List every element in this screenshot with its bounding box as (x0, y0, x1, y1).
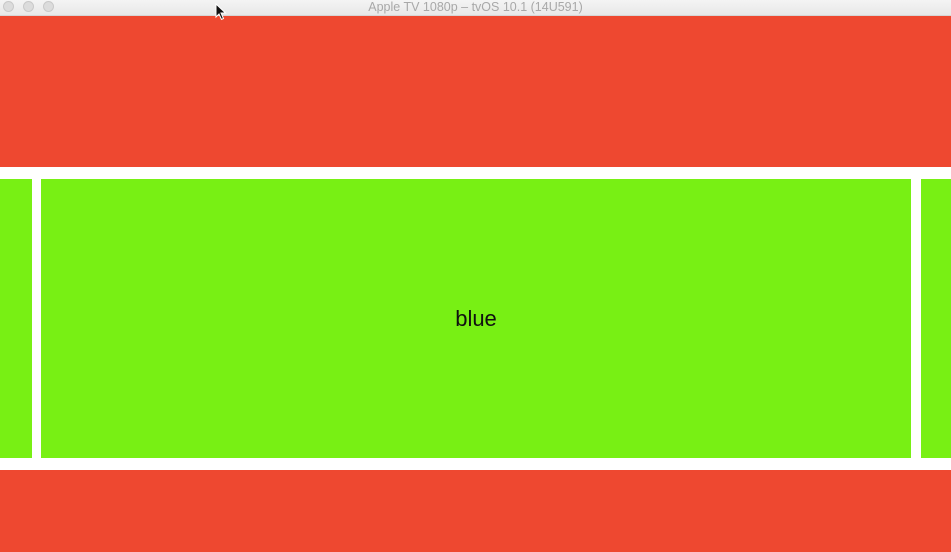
tv-screen: blue (0, 16, 951, 552)
window-title: Apple TV 1080p – tvOS 10.1 (14U591) (368, 0, 583, 14)
collection-cell-next[interactable] (921, 179, 951, 458)
collection-cell-previous[interactable] (0, 179, 32, 458)
simulator-window: Apple TV 1080p – tvOS 10.1 (14U591) blue (0, 0, 951, 552)
mouse-pointer-icon (215, 3, 227, 21)
cell-label: blue (455, 305, 497, 331)
collection-cell-focused[interactable]: blue (41, 179, 911, 458)
title-bar[interactable]: Apple TV 1080p – tvOS 10.1 (14U591) (0, 0, 951, 16)
bottom-red-row[interactable] (0, 470, 951, 552)
top-red-row[interactable] (0, 16, 951, 167)
